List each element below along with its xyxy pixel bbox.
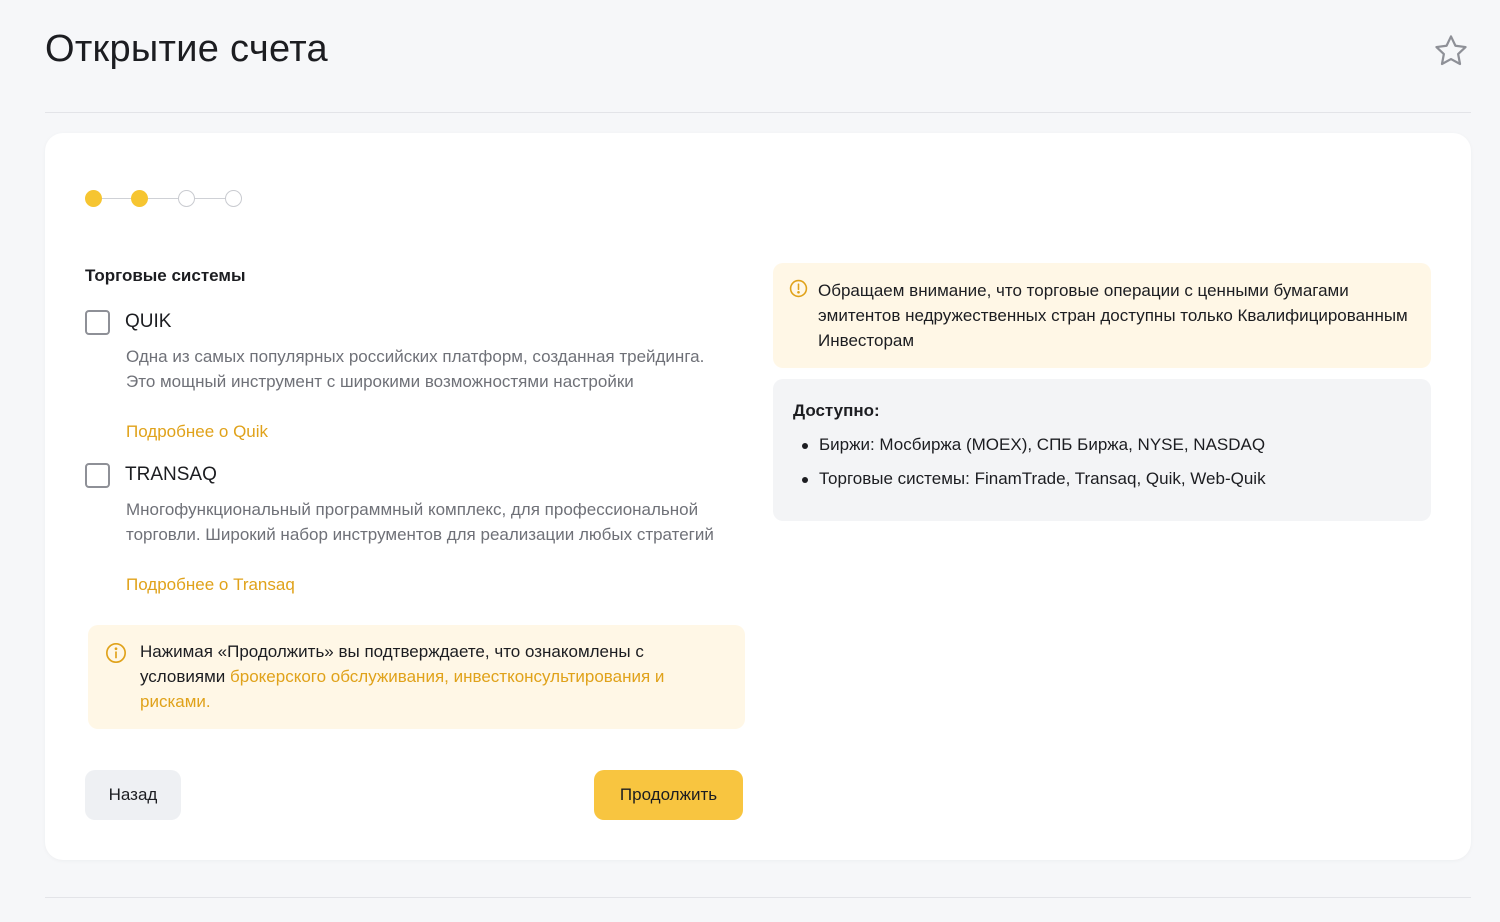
list-item: Биржи: Мосбиржа (MOEX), СПБ Биржа, NYSE,… — [793, 433, 1266, 467]
quik-description: Одна из самых популярных российских плат… — [126, 347, 705, 391]
footer-divider — [45, 897, 1471, 898]
star-icon[interactable] — [1432, 32, 1470, 70]
option-transaq: TRANSAQ Многофункциональный программный … — [85, 463, 725, 603]
qualified-investor-warning: Обращаем внимание, что торговые операции… — [773, 263, 1431, 368]
step-4-todo — [225, 190, 242, 207]
transaq-label[interactable]: TRANSAQ — [125, 464, 217, 486]
trading-systems-title: Торговые системы — [85, 266, 246, 285]
available-panel: Доступно: Биржи: Мосбиржа (MOEX), СПБ Би… — [773, 379, 1431, 521]
consent-notice: Нажимая «Продолжить» вы подтверждаете, ч… — [88, 625, 745, 729]
continue-button[interactable]: Продолжить — [594, 770, 743, 820]
available-list: Биржи: Мосбиржа (MOEX), СПБ Биржа, NYSE,… — [793, 433, 1266, 501]
quik-more-link[interactable]: Подробнее о Quik — [126, 422, 268, 442]
available-title: Доступно: — [793, 401, 880, 420]
transaq-description: Многофункциональный программный комплекс… — [126, 500, 714, 544]
step-1-done — [85, 190, 102, 207]
step-2-current — [131, 190, 148, 207]
back-button[interactable]: Назад — [85, 770, 181, 820]
transaq-checkbox[interactable] — [85, 463, 110, 488]
progress-stepper — [85, 190, 245, 208]
transaq-more-link[interactable]: Подробнее о Transaq — [126, 575, 295, 595]
quik-label[interactable]: QUIK — [125, 311, 171, 333]
warning-text: Обращаем внимание, что торговые операции… — [818, 281, 1408, 350]
info-icon — [789, 279, 808, 298]
list-item: Торговые системы: FinamTrade, Transaq, Q… — [793, 467, 1266, 501]
step-3-todo — [178, 190, 195, 207]
consent-text: Нажимая «Продолжить» вы подтверждаете, ч… — [140, 639, 730, 714]
info-icon — [106, 643, 126, 663]
header-divider — [45, 112, 1471, 113]
page-title: Открытие счета — [45, 28, 328, 70]
quik-checkbox[interactable] — [85, 310, 110, 335]
option-quik: QUIK Одна из самых популярных российских… — [85, 310, 725, 450]
account-form-card: Торговые системы QUIK Одна из самых попу… — [45, 133, 1471, 860]
